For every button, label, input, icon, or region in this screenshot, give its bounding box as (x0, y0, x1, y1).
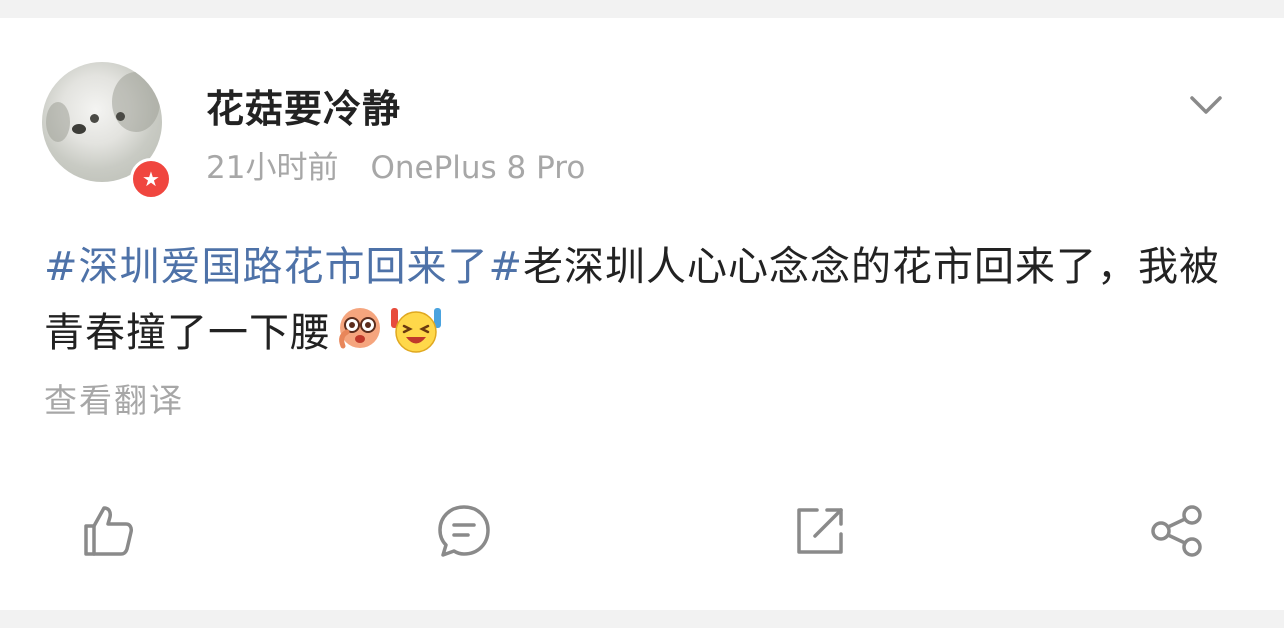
share-icon (1151, 505, 1202, 557)
repost-icon (797, 508, 843, 554)
cheering-laugh-emoji (389, 302, 443, 356)
post-timestamp: 21小时前 (206, 150, 339, 186)
star-badge-icon: ★ (130, 158, 172, 200)
shocked-face-emoji (333, 302, 387, 356)
chevron-down-icon[interactable] (1184, 84, 1228, 128)
comment-button[interactable] (435, 502, 493, 560)
author-name[interactable]: 花菇要冷静 (206, 78, 401, 133)
post-meta: 21小时前 OnePlus 8 Pro (206, 142, 585, 187)
weibo-post-card: ★ 花菇要冷静 21小时前 OnePlus 8 Pro #深圳爱国路花市回来了#老… (0, 18, 1284, 610)
thumbs-up-icon (84, 506, 133, 556)
post-device: OnePlus 8 Pro (370, 150, 586, 186)
avatar[interactable]: ★ (42, 62, 172, 200)
repost-button[interactable] (791, 502, 849, 560)
post-body: #深圳爱国路花市回来了#老深圳人心心念念的花市回来了，我被青春撞了一下腰 (44, 234, 1240, 366)
comment-bubble-icon (438, 505, 490, 557)
hashtag-link[interactable]: #深圳爱国路花市回来了# (44, 244, 523, 290)
translate-link[interactable]: 查看翻译 (44, 374, 184, 422)
share-button[interactable] (1148, 502, 1206, 560)
like-button[interactable] (80, 502, 138, 560)
